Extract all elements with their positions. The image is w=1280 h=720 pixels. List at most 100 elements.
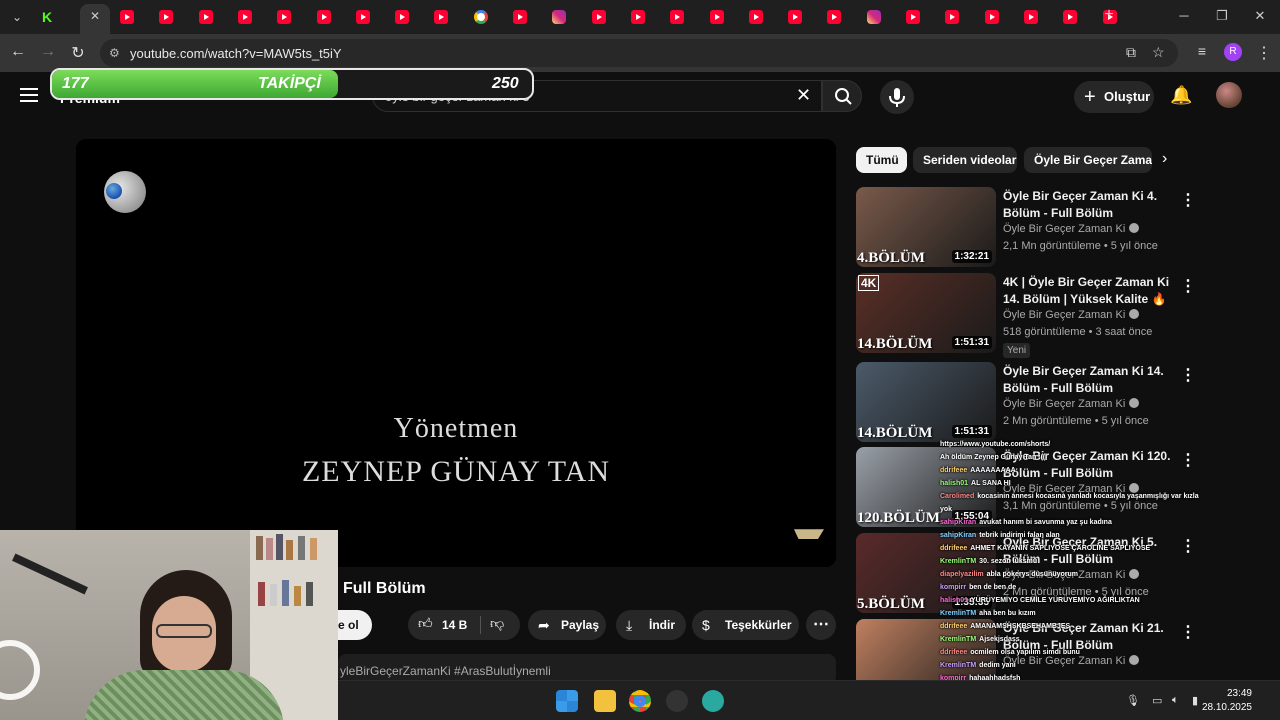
streaming-app-icon[interactable] xyxy=(702,690,724,712)
follower-label: TAKİPÇİ xyxy=(258,75,321,92)
youtube-favicon-icon[interactable] xyxy=(198,10,213,24)
youtube-favicon-icon[interactable] xyxy=(709,10,724,24)
chip-oyle-bir-gecer-zaman[interactable]: Öyle Bir Geçer Zaman xyxy=(1024,147,1152,173)
chip-series-videos[interactable]: Seriden videolar xyxy=(913,147,1017,173)
battery-icon[interactable]: ▮ xyxy=(1192,694,1198,707)
system-clock[interactable]: 23:49 28.10.2025 xyxy=(1202,687,1252,715)
more-options-icon[interactable]: ⋮ xyxy=(1180,276,1196,296)
channel-watermark-logo xyxy=(104,171,146,213)
recommendation-channel[interactable]: Öyle Bir Geçer Zaman Ki xyxy=(1003,309,1140,321)
chat-message: ddrifeee AMANAMSHSKBSEHAMBJES xyxy=(940,622,1070,631)
chip-all[interactable]: Tümü xyxy=(856,147,907,173)
forward-arrow-icon[interactable]: → xyxy=(38,43,58,61)
recommendation-title[interactable]: Öyle Bir Geçer Zaman Ki 4. Bölüm - Full … xyxy=(1003,188,1171,222)
thumbs-down-icon[interactable]: 👎︎ xyxy=(490,615,504,632)
clear-search-icon[interactable]: ✕ xyxy=(796,85,811,106)
youtube-favicon-icon[interactable] xyxy=(906,10,920,24)
youtube-favicon-icon[interactable] xyxy=(1023,10,1038,24)
youtube-favicon-icon[interactable] xyxy=(1063,10,1078,24)
subscribe-button[interactable]: e ol xyxy=(332,610,372,640)
download-button[interactable]: ⤓ İndir xyxy=(616,610,686,640)
like-count[interactable]: 14 B xyxy=(442,618,467,632)
youtube-favicon-icon[interactable] xyxy=(945,10,960,24)
file-explorer-icon[interactable] xyxy=(594,690,616,712)
profile-avatar[interactable]: R xyxy=(1224,43,1242,61)
video-title: Full Bölüm xyxy=(343,580,426,597)
kick-favicon-icon[interactable]: K xyxy=(40,10,54,24)
video-thumbnail[interactable]: 4.BÖLÜM 1:32:21 xyxy=(856,187,996,267)
youtube-favicon-icon[interactable] xyxy=(316,10,331,24)
youtube-favicon-icon[interactable] xyxy=(670,10,685,24)
recommendation-meta: 2,1 Mn görüntüleme • 5 yıl önce xyxy=(1003,240,1158,252)
recommendation-title[interactable]: 4K | Öyle Bir Geçer Zaman Ki 14. Bölüm |… xyxy=(1003,274,1171,308)
recommendation-channel[interactable]: Öyle Bir Geçer Zaman Ki xyxy=(1003,398,1140,410)
recommendation-channel[interactable]: Öyle Bir Geçer Zaman Ki xyxy=(1003,223,1140,235)
youtube-favicon-icon[interactable] xyxy=(159,10,174,24)
share-button[interactable]: ➦ Paylaş xyxy=(528,610,606,640)
recommendation-item[interactable]: 4K 14.BÖLÜM 1:51:31 4K | Öyle Bir Geçer Zam… xyxy=(856,273,1196,358)
youtube-favicon-icon[interactable] xyxy=(984,10,999,24)
youtube-favicon-icon[interactable] xyxy=(395,10,410,24)
chat-message: sahipKiran tebrik indirimi falan alan xyxy=(940,531,1060,540)
more-actions-icon[interactable]: ⋯ xyxy=(806,610,836,640)
reload-icon[interactable]: ↻ xyxy=(68,43,88,63)
thumbs-up-icon[interactable]: 👍︎ xyxy=(418,615,433,632)
recommendation-item[interactable]: 4.BÖLÜM 1:32:21 Öyle Bir Geçer Zaman Ki 4.… xyxy=(856,187,1196,267)
youtube-favicon-icon[interactable] xyxy=(434,10,449,24)
browser-menu-icon[interactable]: ⋮ xyxy=(1254,43,1274,63)
youtube-favicon-icon[interactable] xyxy=(355,10,370,24)
thanks-button[interactable]: $ Teşekkürler xyxy=(692,610,799,640)
more-options-icon[interactable]: ⋮ xyxy=(1180,365,1196,385)
4k-badge: 4K xyxy=(858,275,880,291)
video-thumbnail[interactable]: 4K 14.BÖLÜM 1:51:31 xyxy=(856,273,996,353)
instagram-favicon-icon[interactable] xyxy=(866,10,881,24)
video-thumbnail[interactable]: 14.BÖLÜM 1:51:31 xyxy=(856,362,996,442)
chat-username: sahipKiran xyxy=(940,532,977,539)
more-options-icon[interactable]: ⋮ xyxy=(1180,190,1196,210)
google-favicon-icon[interactable] xyxy=(473,10,488,24)
recommendation-title[interactable]: Öyle Bir Geçer Zaman Ki 14. Bölüm - Full… xyxy=(1003,363,1171,397)
back-arrow-icon[interactable]: ← xyxy=(8,43,28,61)
voice-search-button[interactable] xyxy=(880,80,914,114)
minimize-button[interactable]: ─ xyxy=(1174,8,1194,23)
start-windows-icon[interactable] xyxy=(556,690,578,712)
install-app-icon[interactable]: ⧉ xyxy=(1126,44,1136,61)
site-info-icon[interactable]: ⚙ xyxy=(109,46,120,60)
volume-icon[interactable]: 🔈︎ xyxy=(1172,694,1179,707)
youtube-favicon-icon[interactable] xyxy=(630,10,645,24)
youtube-favicon-icon[interactable] xyxy=(591,10,606,24)
search-button[interactable] xyxy=(822,80,862,112)
url-text[interactable]: youtube.com/watch?v=MAW5ts_t5iY xyxy=(130,46,342,61)
youtube-favicon-icon[interactable] xyxy=(788,10,803,24)
omnibox[interactable]: ⚙ youtube.com/watch?v=MAW5ts_t5iY ⧉ ☆ xyxy=(100,39,1178,67)
new-tab-button[interactable]: + xyxy=(1099,6,1119,24)
youtube-favicon-icon[interactable] xyxy=(748,10,763,24)
microphone-tray-icon[interactable]: 🎙︎ xyxy=(1126,694,1140,707)
reading-list-icon[interactable]: ≡ xyxy=(1192,43,1212,59)
youtube-favicon-icon[interactable] xyxy=(120,10,134,24)
youtube-favicon-icon[interactable] xyxy=(827,10,842,24)
youtube-favicon-icon[interactable] xyxy=(513,10,527,24)
bookmark-star-icon[interactable]: ☆ xyxy=(1152,44,1165,61)
restore-button[interactable]: ❐ xyxy=(1212,8,1232,24)
notifications-bell-icon[interactable]: 🔔 xyxy=(1170,85,1192,106)
youtube-favicon-icon[interactable] xyxy=(277,10,292,24)
chat-username: KremlinTM xyxy=(940,636,977,643)
youtube-favicon-icon[interactable] xyxy=(237,10,252,24)
account-avatar[interactable] xyxy=(1216,82,1242,108)
chrome-icon[interactable] xyxy=(629,690,651,712)
share-label: Paylaş xyxy=(561,618,600,632)
chat-username: ddrifeee xyxy=(940,467,968,474)
hamburger-menu-icon[interactable] xyxy=(20,88,38,102)
microphone-arm xyxy=(12,553,88,595)
close-window-button[interactable]: ✕ xyxy=(1250,8,1270,24)
chevron-right-icon[interactable]: › xyxy=(1162,150,1167,168)
video-player[interactable]: Yönetmen ZEYNEP GÜNAY TAN xyxy=(76,139,836,567)
create-button[interactable]: + Oluştur xyxy=(1074,81,1154,113)
instagram-favicon-icon[interactable] xyxy=(552,10,567,24)
tab-search-icon[interactable]: ⌄ xyxy=(7,7,27,27)
recommendation-item[interactable]: 14.BÖLÜM 1:51:31 Öyle Bir Geçer Zaman Ki 1… xyxy=(856,362,1196,442)
network-icon[interactable]: ▭ xyxy=(1152,694,1162,707)
close-tab-icon[interactable]: ✕ xyxy=(87,9,103,23)
obs-icon[interactable] xyxy=(666,690,688,712)
